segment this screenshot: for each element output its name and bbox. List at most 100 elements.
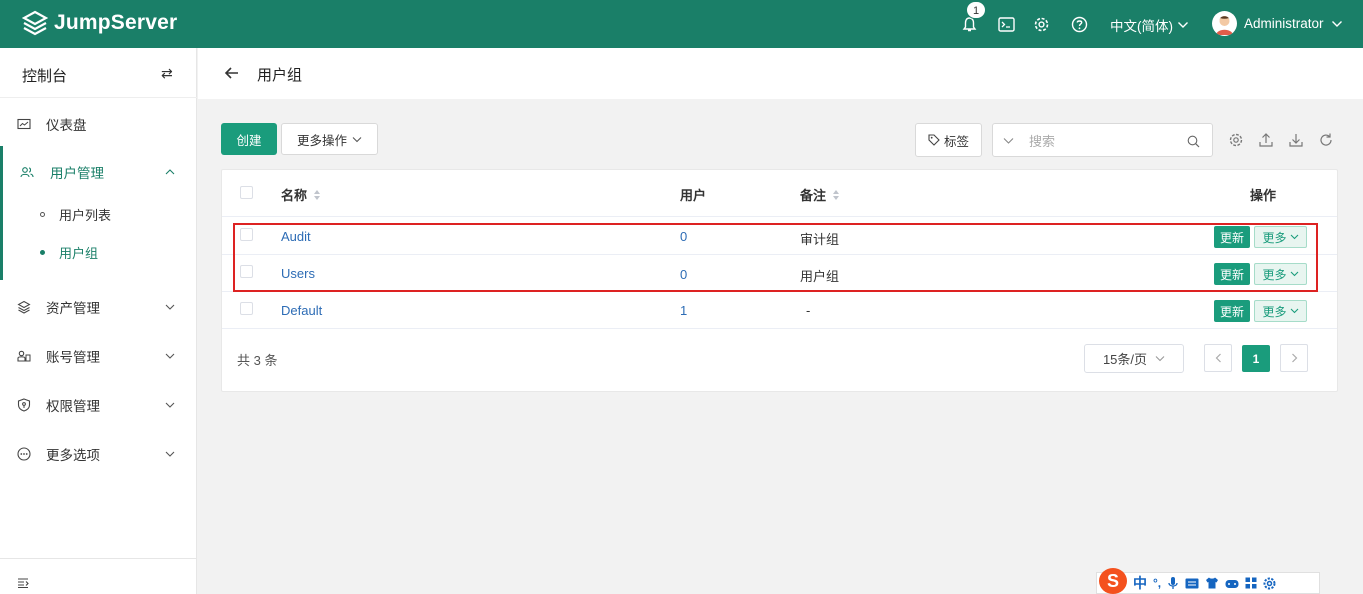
chevron-up-icon	[165, 169, 175, 175]
sidebar-item-label: 仪表盘	[46, 118, 87, 133]
ime-toolbar: S 中 °,	[1096, 568, 1320, 594]
select-all-checkbox[interactable]	[240, 186, 253, 199]
ime-mode[interactable]: 中	[1133, 573, 1147, 593]
more-options-icon	[17, 447, 31, 461]
column-label: 操作	[1250, 188, 1277, 203]
column-header-name[interactable]: 名称	[281, 185, 321, 204]
page-size-select[interactable]: 15条/页	[1084, 344, 1184, 373]
back-arrow-icon[interactable]	[223, 64, 241, 82]
chevron-down-icon[interactable]	[1003, 137, 1014, 145]
keyboard-icon[interactable]	[1185, 578, 1199, 589]
users-icon	[20, 167, 34, 178]
current-page-button[interactable]: 1	[1242, 345, 1270, 372]
avatar	[1212, 11, 1237, 36]
sidebar-sub-item-label: 用户列表	[59, 207, 112, 223]
search-input[interactable]	[1029, 131, 1179, 151]
tag-icon	[928, 134, 940, 146]
create-button[interactable]: 创建	[221, 123, 277, 155]
chevron-right-icon	[1291, 353, 1297, 363]
sidebar-item-user-management[interactable]: 用户管理	[0, 152, 197, 192]
app-name: JumpServer	[54, 11, 178, 34]
ime-punctuation[interactable]: °,	[1153, 576, 1161, 590]
column-header-comment[interactable]: 备注	[800, 185, 840, 204]
page-header: 用户组	[198, 48, 1363, 99]
assets-icon	[17, 300, 31, 314]
column-header-users: 用户	[680, 185, 706, 204]
sidebar-item-label: 账号管理	[46, 350, 100, 365]
sidebar-title: 控制台	[22, 68, 68, 85]
column-header-actions: 操作	[1250, 185, 1276, 204]
bullet-icon	[40, 211, 45, 217]
sidebar-item-asset-management[interactable]: 资产管理	[0, 287, 197, 327]
table-header: 名称 用户 备注 操作	[222, 170, 1337, 217]
more-actions-button[interactable]: 更多操作	[281, 123, 378, 155]
table-row: Default 1 - 更新 更多	[222, 292, 1337, 329]
gear-icon[interactable]	[1031, 14, 1051, 34]
accounts-icon	[17, 350, 31, 362]
user-menu[interactable]: Administrator	[1212, 11, 1343, 36]
switch-view-icon[interactable]: ⇄	[161, 65, 173, 82]
sidebar-item-label: 更多选项	[46, 448, 100, 463]
terminal-icon[interactable]	[996, 14, 1016, 34]
chevron-down-icon	[352, 136, 362, 142]
sidebar-item-dashboard[interactable]: 仪表盘	[0, 104, 197, 144]
update-button[interactable]: 更新	[1214, 300, 1250, 322]
username: Administrator	[1244, 16, 1324, 31]
group-user-count[interactable]: 1	[680, 303, 687, 318]
sidebar-item-label: 权限管理	[46, 399, 100, 414]
sidebar: 控制台 ⇄ 仪表盘 用户管理 用户列表 用户组 资产管理 账号管理 权限管理 更…	[0, 48, 197, 594]
game-icon[interactable]	[1225, 578, 1239, 589]
chevron-down-icon	[1178, 22, 1188, 28]
chevron-down-icon	[165, 304, 175, 310]
ime-settings-icon[interactable]	[1263, 577, 1276, 590]
language-selector[interactable]: 中文(简体)	[1110, 15, 1189, 35]
logo[interactable]: JumpServer	[22, 10, 177, 36]
dashboard-icon	[17, 118, 31, 130]
permission-icon	[17, 398, 31, 412]
more-label: 更多	[1262, 304, 1287, 319]
download-icon[interactable]	[1288, 132, 1304, 148]
settings-icon[interactable]	[1228, 132, 1244, 148]
row-checkbox[interactable]	[240, 302, 253, 315]
help-icon[interactable]	[1069, 14, 1089, 34]
chevron-down-icon	[1290, 308, 1298, 314]
skin-icon[interactable]	[1205, 577, 1219, 589]
prev-page-button[interactable]	[1204, 344, 1232, 372]
chevron-down-icon	[165, 402, 175, 408]
notification-badge: 1	[966, 1, 986, 19]
chevron-down-icon	[1331, 20, 1342, 27]
more-dropdown-button[interactable]: 更多	[1254, 300, 1307, 322]
upload-icon[interactable]	[1258, 132, 1274, 148]
sidebar-item-account-management[interactable]: 账号管理	[0, 336, 197, 376]
column-label: 备注	[800, 188, 827, 203]
chevron-down-icon	[165, 353, 175, 359]
next-page-button[interactable]	[1280, 344, 1308, 372]
collapse-sidebar-icon[interactable]	[17, 578, 29, 588]
language-label: 中文(简体)	[1110, 19, 1173, 34]
toolbox-icon[interactable]	[1245, 577, 1257, 589]
chevron-down-icon	[1155, 356, 1165, 362]
refresh-icon[interactable]	[1318, 132, 1334, 148]
search-icon[interactable]	[1187, 135, 1200, 148]
chevron-left-icon	[1215, 353, 1221, 363]
sidebar-item-label: 资产管理	[46, 301, 100, 316]
sidebar-item-label: 用户管理	[50, 166, 104, 181]
sort-icon	[314, 189, 321, 200]
tag-filter-button[interactable]: 标签	[915, 123, 982, 157]
jumpserver-logo-icon	[22, 10, 48, 36]
top-bar: JumpServer 1 中文(简体) Administrator	[0, 0, 1363, 48]
sidebar-sub-item-user-groups[interactable]: 用户组	[0, 234, 197, 270]
search-box	[992, 123, 1213, 157]
sidebar-item-more-options[interactable]: 更多选项	[0, 434, 197, 474]
highlight-box	[233, 223, 1318, 292]
tag-label: 标签	[943, 134, 969, 149]
sidebar-sub-item-user-list[interactable]: 用户列表	[0, 196, 197, 232]
sidebar-sub-item-label: 用户组	[59, 245, 99, 261]
microphone-icon[interactable]	[1167, 576, 1179, 590]
group-name-link[interactable]: Default	[281, 303, 322, 318]
page-title: 用户组	[257, 67, 303, 84]
sidebar-item-permission-management[interactable]: 权限管理	[0, 385, 197, 425]
page-size-label: 15条/页	[1102, 352, 1148, 367]
bullet-icon	[40, 249, 45, 255]
sogou-logo-icon[interactable]: S	[1099, 568, 1127, 594]
